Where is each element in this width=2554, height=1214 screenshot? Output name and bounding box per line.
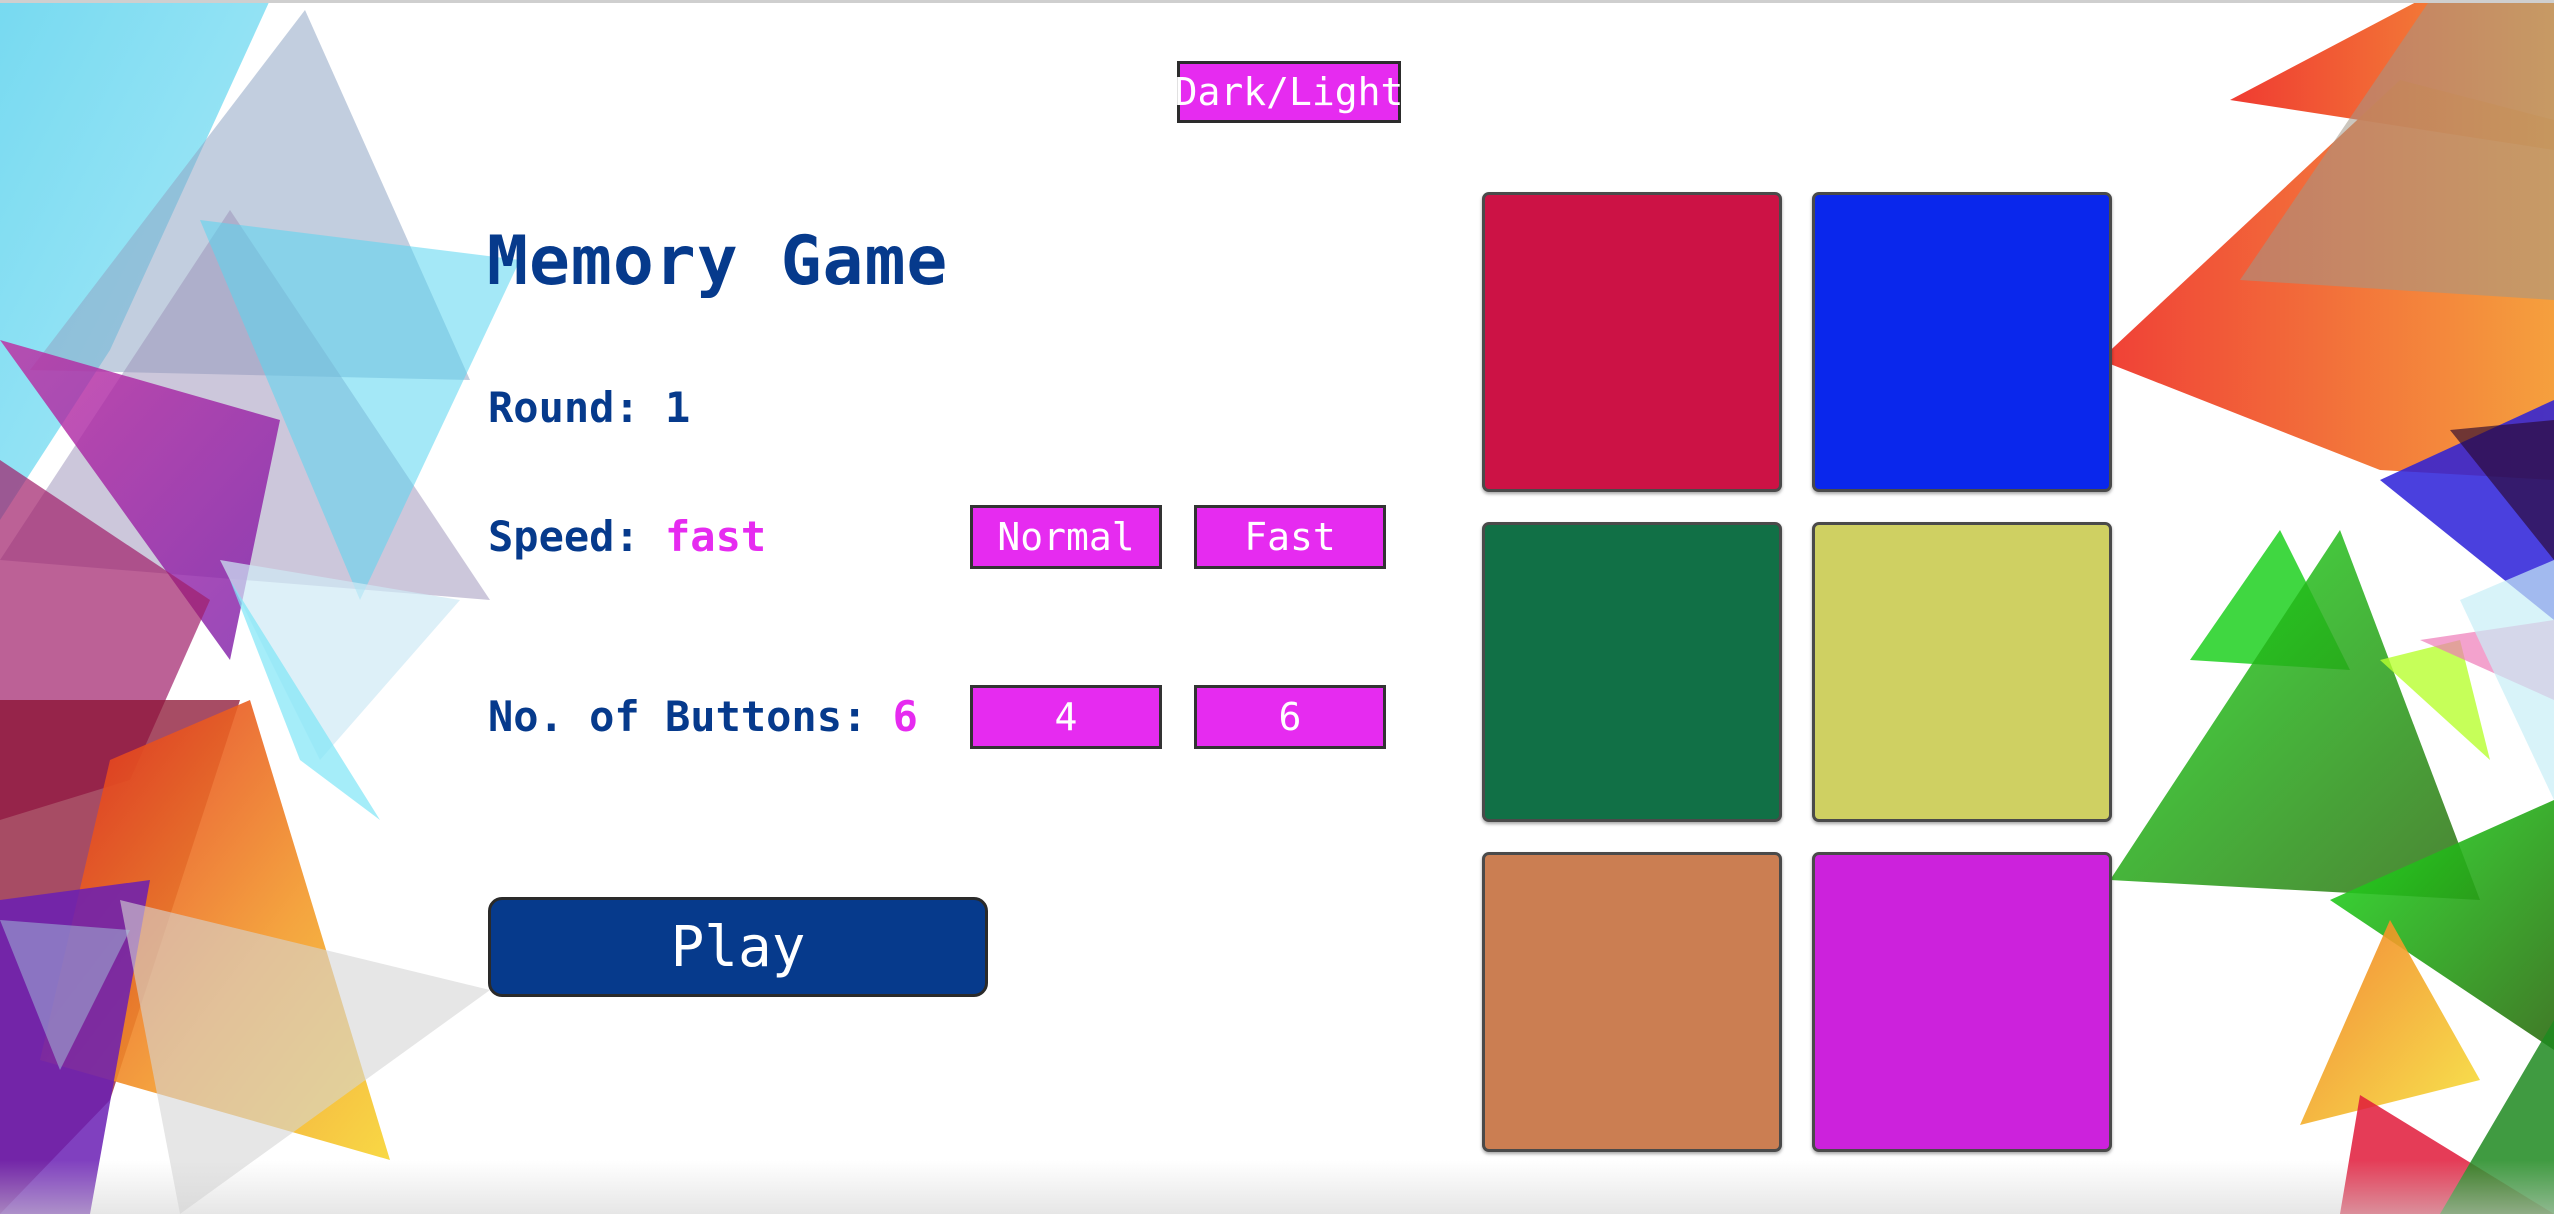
top-border (0, 0, 2554, 3)
speed-indicator: Speed: fast (488, 512, 766, 561)
game-tile-red[interactable] (1482, 192, 1782, 492)
speed-value: fast (665, 512, 767, 561)
speed-normal-button[interactable]: Normal (970, 505, 1162, 569)
round-value: 1 (665, 383, 691, 432)
round-label: Round: (488, 383, 666, 432)
game-tile-orange[interactable] (1482, 852, 1782, 1152)
button-count-indicator: No. of Buttons: 6 (488, 692, 918, 741)
round-indicator: Round: 1 (488, 383, 690, 432)
dark-light-toggle-button[interactable]: Dark/Light (1175, 61, 1403, 123)
game-tile-yellow[interactable] (1812, 522, 2112, 822)
button-count-4-button[interactable]: 4 (970, 685, 1162, 749)
speed-label: Speed: (488, 512, 666, 561)
speed-fast-button[interactable]: Fast (1194, 505, 1386, 569)
button-count-value: 6 (892, 692, 918, 741)
game-tile-green[interactable] (1482, 522, 1782, 822)
background-decoration (0, 0, 2554, 1214)
game-tile-blue[interactable] (1812, 192, 2112, 492)
bottom-shade (0, 1160, 2554, 1214)
button-count-label: No. of Buttons: (488, 692, 893, 741)
play-button[interactable]: Play (488, 897, 988, 997)
button-count-6-button[interactable]: 6 (1194, 685, 1386, 749)
game-tile-purple[interactable] (1812, 852, 2112, 1152)
game-title: Memory Game (487, 222, 949, 301)
